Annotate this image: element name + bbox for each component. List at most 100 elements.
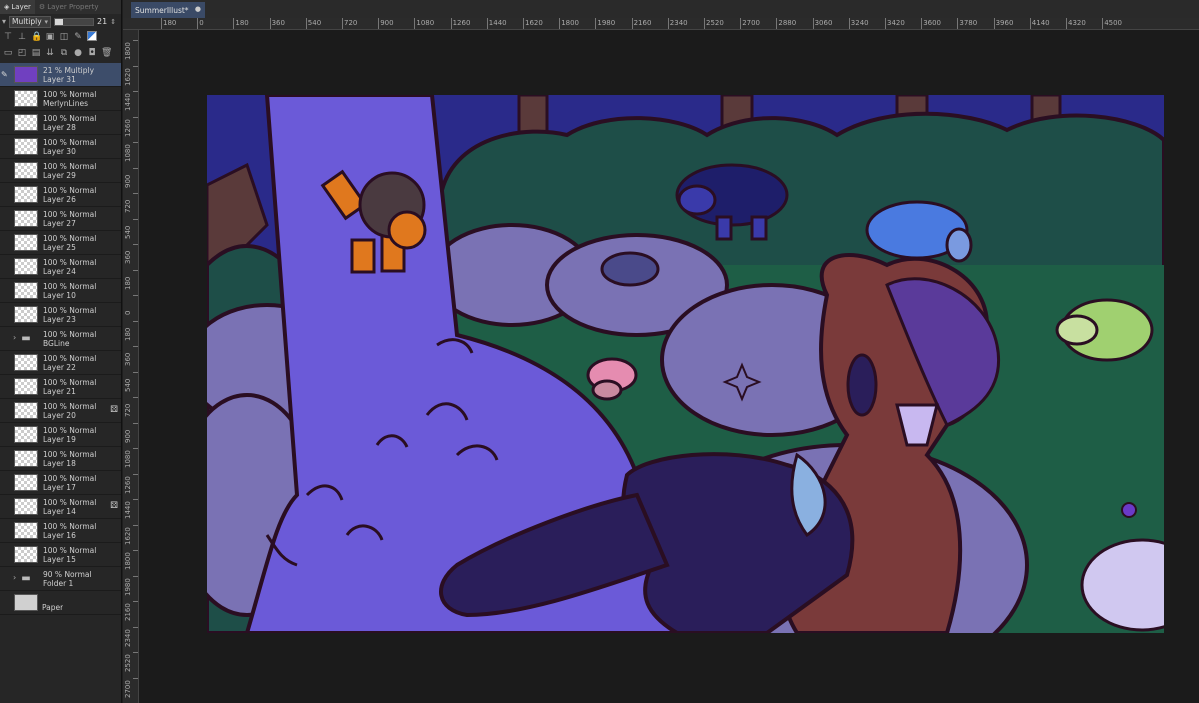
opacity-slider[interactable]: [54, 17, 95, 26]
visibility-toggle[interactable]: [0, 447, 11, 471]
ruler-label: 1080: [416, 19, 435, 27]
layer-row[interactable]: 100 % Normal Layer 25: [0, 231, 121, 255]
visibility-toggle[interactable]: [0, 327, 11, 351]
layer-row[interactable]: 100 % Normal Layer 24: [0, 255, 121, 279]
visibility-toggle[interactable]: [0, 351, 11, 375]
visibility-toggle[interactable]: [0, 183, 11, 207]
layer-text: 21 % Multiply Layer 31: [43, 66, 94, 84]
ruler-label: 1260: [452, 19, 471, 27]
layer-row[interactable]: › ▬ 100 % Normal BGLine: [0, 327, 121, 351]
new-raster-layer-icon[interactable]: ▭: [3, 48, 13, 58]
blend-mode-select[interactable]: Multiply ▾: [9, 15, 52, 28]
visibility-toggle[interactable]: [0, 159, 11, 183]
chevron-right-icon[interactable]: ›: [13, 333, 16, 342]
visibility-toggle[interactable]: [0, 255, 11, 279]
tab-layer[interactable]: ◈ Layer: [0, 0, 35, 14]
layer-text: 100 % Normal Layer 24: [43, 258, 96, 276]
new-folder-icon[interactable]: ▤: [31, 48, 41, 58]
layer-row[interactable]: Paper: [0, 591, 121, 615]
visibility-toggle[interactable]: [0, 423, 11, 447]
ruler-label: 720: [124, 199, 132, 213]
ruler-tick: [133, 575, 138, 577]
layer-list: ✎ 21 % Multiply Layer 31 100 % Normal Merlyn…: [0, 63, 121, 615]
illustration[interactable]: [207, 95, 1164, 633]
document-tab-title: SummerIllust*: [135, 5, 189, 15]
visibility-toggle[interactable]: [0, 543, 11, 567]
delete-layer-icon[interactable]: 🗑: [101, 48, 112, 58]
visibility-toggle[interactable]: [0, 375, 11, 399]
ruler-label: 3780: [959, 19, 978, 27]
ruler-label: 2340: [124, 628, 132, 647]
canvas[interactable]: [207, 95, 1164, 633]
layer-row[interactable]: 100 % Normal Layer 19: [0, 423, 121, 447]
ruler-tick: [133, 65, 138, 67]
visibility-toggle[interactable]: [0, 591, 11, 615]
layer-row[interactable]: 100 % Normal Layer 10: [0, 279, 121, 303]
color-swatch-icon[interactable]: [87, 30, 97, 44]
apply-mask-icon[interactable]: ◘: [87, 48, 97, 58]
transfer-down-icon[interactable]: ⇊: [45, 48, 55, 58]
visibility-toggle[interactable]: [0, 279, 11, 303]
new-vector-layer-icon[interactable]: ◰: [17, 48, 27, 58]
visibility-toggle[interactable]: [0, 303, 11, 327]
merge-icon[interactable]: ⧉: [59, 48, 69, 58]
clip-icon[interactable]: ⊤: [3, 32, 13, 42]
chevron-down-icon[interactable]: ▾: [2, 17, 6, 26]
reference-icon[interactable]: ⊥: [17, 32, 27, 42]
layer-thumbnail: [14, 354, 38, 371]
stepper-icon[interactable]: ⇕: [110, 18, 116, 26]
mask-icon[interactable]: ◫: [59, 32, 69, 42]
ruler-tick: [269, 18, 271, 29]
layer-thumbnail: [14, 90, 38, 107]
ruler-tick: [133, 473, 138, 475]
visibility-toggle[interactable]: [0, 519, 11, 543]
lock-transparency-icon[interactable]: ▣: [45, 32, 55, 42]
ruler-tick: [486, 18, 488, 29]
layer-row[interactable]: 100 % Normal Layer 14 ⚄: [0, 495, 121, 519]
chevron-right-icon[interactable]: ›: [13, 573, 16, 582]
visibility-toggle[interactable]: [0, 567, 11, 591]
layer-row[interactable]: 100 % Normal Layer 30: [0, 135, 121, 159]
layer-row[interactable]: 100 % Normal Layer 27: [0, 207, 121, 231]
visibility-toggle[interactable]: [0, 135, 11, 159]
layer-row[interactable]: 100 % Normal Layer 20 ⚄: [0, 399, 121, 423]
layer-row[interactable]: › ▬ 90 % Normal Folder 1: [0, 567, 121, 591]
layer-row[interactable]: 100 % Normal Layer 15: [0, 543, 121, 567]
opacity-value[interactable]: 21: [97, 17, 107, 26]
ruler-top[interactable]: 180 0 180 360 540 720 900 1080 1260 1440 1620 1800 1…: [123, 18, 1199, 30]
layer-row[interactable]: 100 % Normal Layer 16: [0, 519, 121, 543]
visibility-toggle[interactable]: [0, 495, 11, 519]
draft-icon[interactable]: ✎: [73, 32, 83, 42]
mask-create-icon[interactable]: ●: [73, 48, 83, 58]
ruler-tick: [133, 677, 138, 679]
ruler-tick: [133, 346, 138, 347]
visibility-toggle[interactable]: [0, 399, 11, 423]
layer-row[interactable]: 100 % Normal MerlynLines: [0, 87, 121, 111]
visibility-toggle[interactable]: [0, 471, 11, 495]
layer-row[interactable]: 100 % Normal Layer 26: [0, 183, 121, 207]
ruler-tick: [133, 499, 138, 500]
layer-row[interactable]: 100 % Normal Layer 28: [0, 111, 121, 135]
layer-name: Layer 27: [43, 218, 76, 228]
layer-row[interactable]: 100 % Normal Layer 18: [0, 447, 121, 471]
layer-thumbnail: [14, 546, 38, 563]
lock-icon[interactable]: 🔒: [31, 32, 42, 42]
ruler-left[interactable]: 1800 1620 1440 1260 1080 900 720 540 360 180 0 180 3…: [123, 30, 139, 703]
ruler-tick: [133, 397, 138, 398]
visibility-toggle[interactable]: [0, 207, 11, 231]
close-icon[interactable]: ●: [195, 5, 201, 13]
visibility-toggle[interactable]: [0, 231, 11, 255]
small-sheep: [600, 251, 660, 287]
layer-row[interactable]: 100 % Normal Layer 23: [0, 303, 121, 327]
layer-row[interactable]: 100 % Normal Layer 21: [0, 375, 121, 399]
layer-blend-opacity: 100 % Normal: [43, 545, 97, 555]
visibility-toggle[interactable]: [0, 87, 11, 111]
layer-row[interactable]: 100 % Normal Layer 22: [0, 351, 121, 375]
visibility-toggle[interactable]: [0, 111, 11, 135]
tab-layer-property[interactable]: ⚙ Layer Property: [35, 0, 103, 14]
document-tab[interactable]: SummerIllust* ●: [131, 2, 205, 18]
layer-row[interactable]: ✎ 21 % Multiply Layer 31: [0, 63, 121, 87]
layer-row[interactable]: 100 % Normal Layer 29: [0, 159, 121, 183]
layer-row[interactable]: 100 % Normal Layer 17: [0, 471, 121, 495]
ruler-label: 1260: [124, 475, 132, 494]
